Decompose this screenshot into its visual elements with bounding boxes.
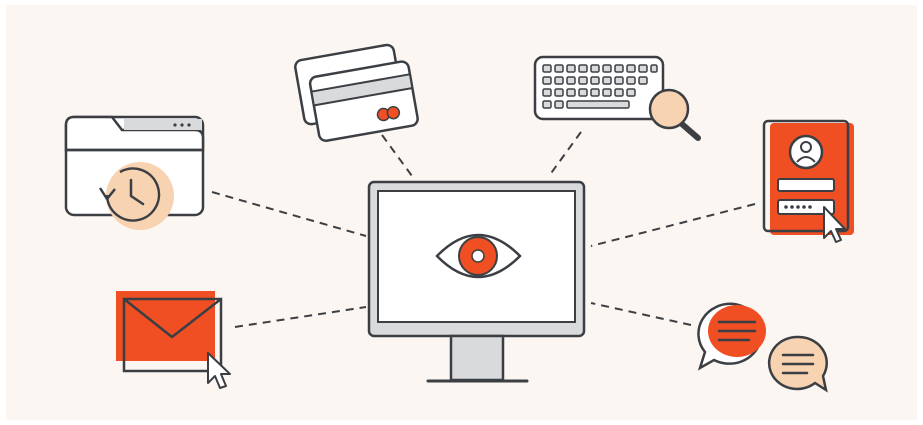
connector-history <box>211 191 367 237</box>
connector-email <box>234 306 367 328</box>
monitor-eye-icon <box>367 180 586 383</box>
keyboard-search-icon <box>533 55 701 141</box>
illustration <box>64 43 854 393</box>
email-click-icon <box>116 291 231 389</box>
credit-card-icon <box>294 43 419 142</box>
history-folder-icon <box>64 115 205 230</box>
chat-bubbles-icon <box>697 302 828 393</box>
login-form-icon <box>762 119 854 243</box>
connector-chat <box>590 302 692 326</box>
connector-card <box>381 134 413 177</box>
connector-keyboard <box>548 131 582 177</box>
connector-login <box>590 203 756 247</box>
